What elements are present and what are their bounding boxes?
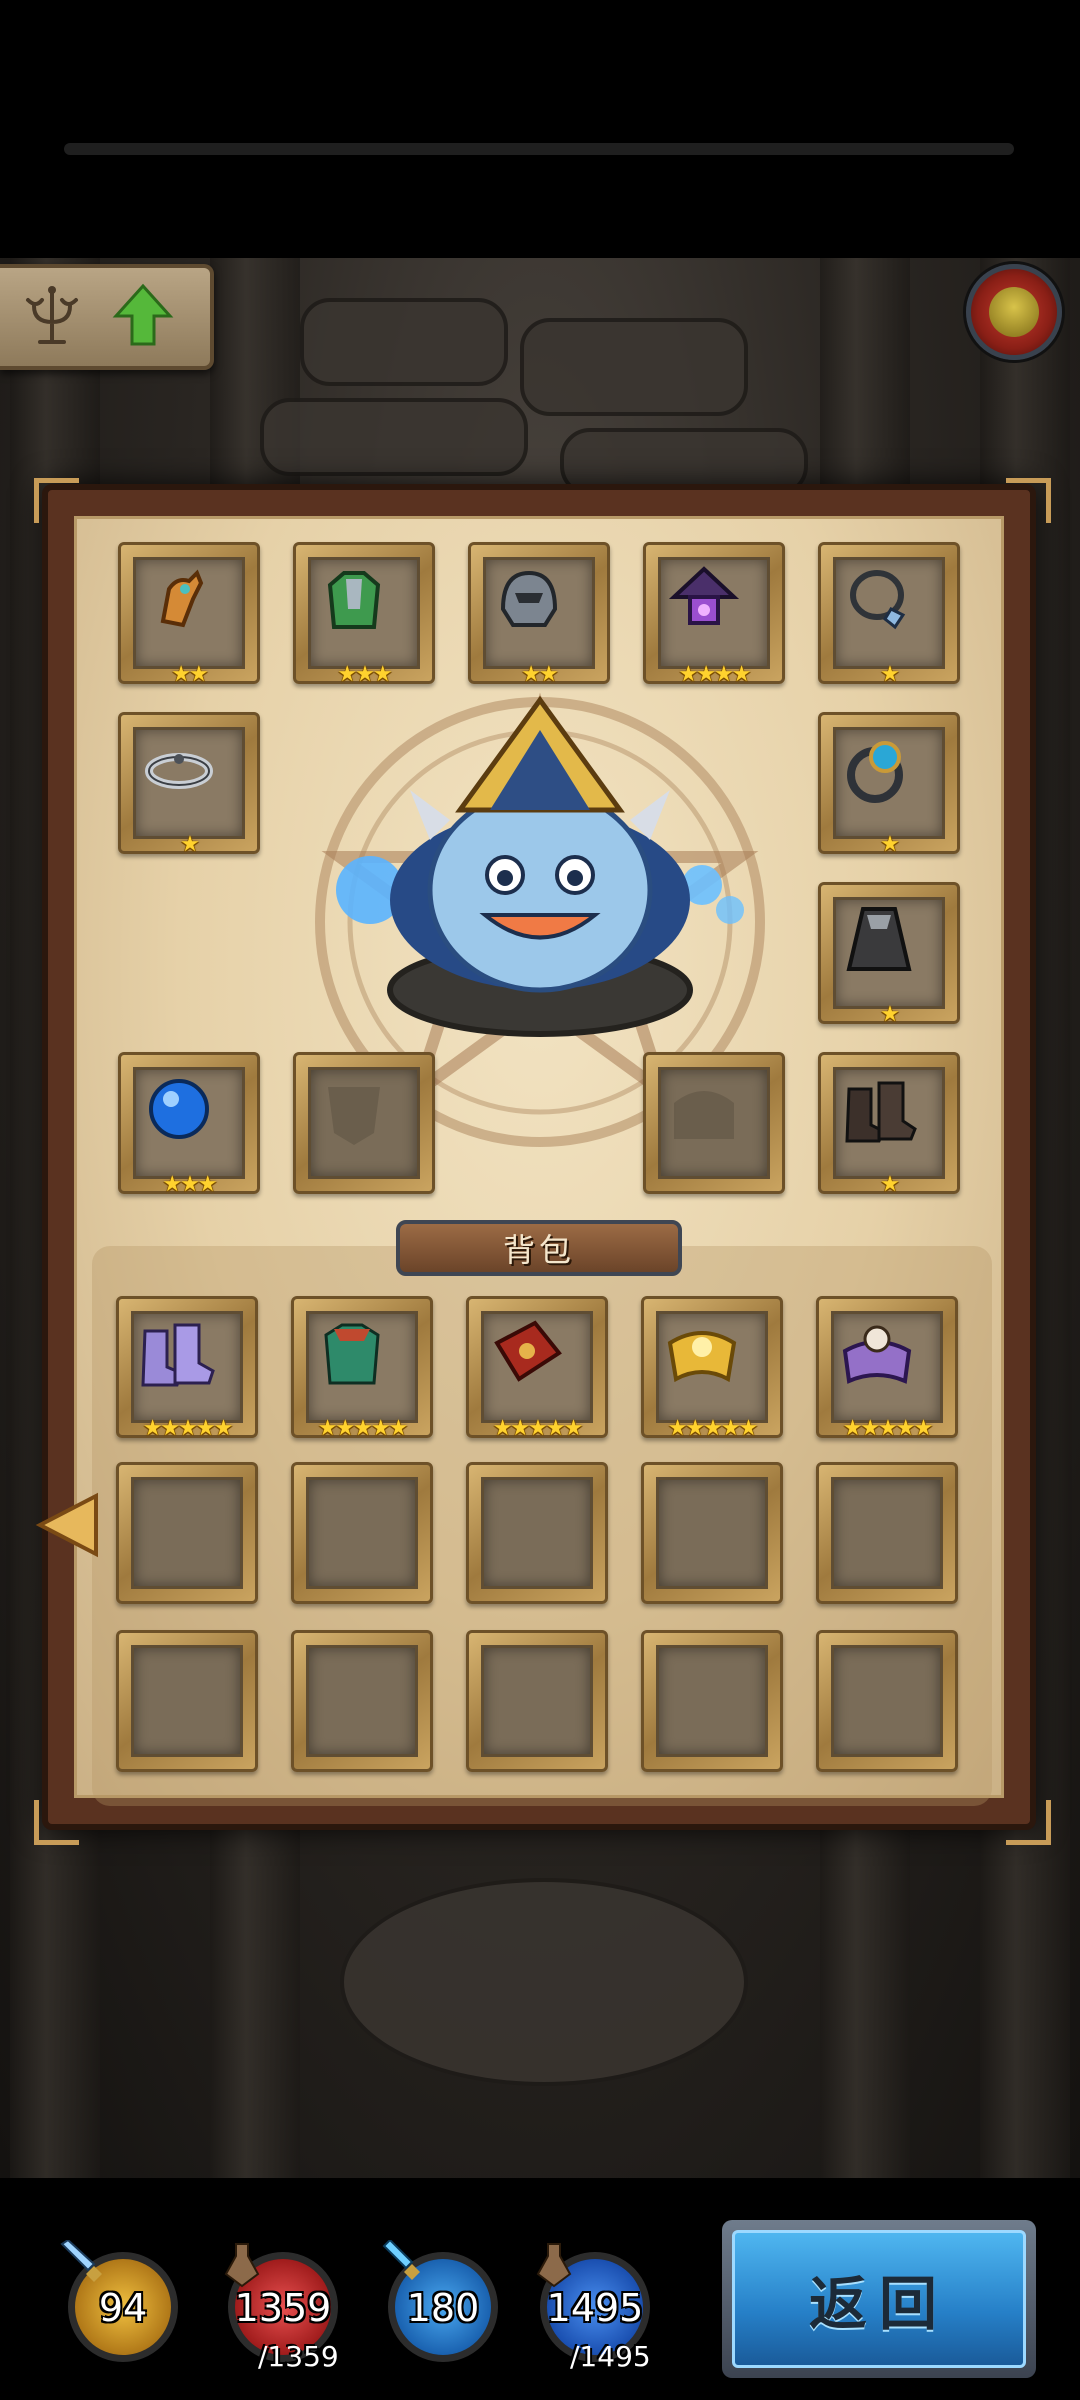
defense-value: 180 — [406, 2286, 480, 2330]
mana-stat: 1495 /1495 — [530, 2240, 660, 2380]
upgrade-button[interactable] — [0, 264, 214, 370]
bag-tab-title: 背包 — [396, 1220, 682, 1276]
green-armor-icon — [327, 571, 381, 629]
star-rating: ★ — [880, 662, 900, 687]
equip-slot-lantern[interactable]: ★★★★ — [643, 542, 785, 687]
star-rating: ★★★★ — [678, 662, 752, 687]
bag-slot-empty[interactable] — [816, 1630, 958, 1772]
red-tome-icon — [494, 1320, 562, 1382]
iron-helmet-icon — [500, 570, 558, 627]
mana-value: 1495 — [546, 2286, 644, 2330]
golden-scroll-icon — [667, 1331, 737, 1383]
shield-sword-icon — [382, 2240, 420, 2280]
leather-boots-icon — [845, 1081, 917, 1143]
up-arrow-icon — [112, 283, 174, 346]
star-rating: ★★★ — [162, 1172, 217, 1197]
equip-slot-ring[interactable]: ★ — [818, 712, 960, 857]
bag-slot[interactable]: ★★★★★ — [641, 1296, 783, 1441]
star-rating: ★ — [880, 1172, 900, 1197]
star-rating: ★ — [880, 832, 900, 857]
equip-slot-cape[interactable]: ★ — [818, 882, 960, 1027]
bag-slot-empty[interactable] — [291, 1630, 433, 1772]
equip-slot-helmet[interactable]: ★★ — [468, 542, 610, 687]
dark-cape-icon — [846, 907, 912, 971]
bag-slot[interactable]: ★★★★★ — [116, 1296, 258, 1441]
star-rating: ★ — [180, 832, 200, 857]
equip-slot-gloves[interactable]: ★★ — [118, 542, 260, 687]
skull-spellbook-icon — [842, 1325, 912, 1384]
panel-corner — [34, 478, 79, 523]
equip-slot-bracelet[interactable]: ★ — [118, 712, 260, 857]
star-rating: ★★ — [171, 662, 208, 687]
profile-avatar[interactable] — [966, 264, 1062, 360]
bag-slot-empty[interactable] — [466, 1462, 608, 1604]
left-arrow-icon[interactable] — [34, 1490, 104, 1560]
mask-placeholder-icon — [328, 1087, 380, 1145]
bag-slot[interactable]: ★★★★★ — [291, 1296, 433, 1441]
equip-slot-boots[interactable]: ★ — [818, 1052, 960, 1197]
attack-stat: 94 — [58, 2240, 188, 2380]
status-bar — [64, 143, 1014, 155]
panel-corner — [1006, 1800, 1051, 1845]
monster-face-icon — [989, 287, 1039, 337]
equip-slot-orb[interactable]: ★★★ — [118, 1052, 260, 1197]
purple-lantern-icon — [668, 566, 740, 625]
defense-stat: 180 — [378, 2240, 508, 2380]
star-rating: ★★★★★ — [142, 1416, 234, 1441]
hero-slime-portrait — [336, 695, 744, 1037]
bag-slot-empty[interactable] — [116, 1462, 258, 1604]
bag-slot-empty[interactable] — [816, 1462, 958, 1604]
mana-potion-icon — [536, 2243, 572, 2288]
attack-value: 94 — [98, 2286, 148, 2330]
bag-slot[interactable]: ★★★★★ — [816, 1296, 958, 1441]
back-button-label: 返回 — [732, 2230, 1026, 2368]
equip-slot-mask-empty[interactable] — [293, 1052, 435, 1194]
mana-max: /1495 — [570, 2340, 651, 2373]
equip-slot-chest-empty[interactable] — [643, 1052, 785, 1194]
hp-max: /1359 — [258, 2340, 339, 2373]
silver-necklace-icon — [850, 570, 906, 630]
star-rating: ★★★★★ — [842, 1416, 934, 1441]
star-rating: ★★★★★ — [317, 1416, 409, 1441]
hp-value: 1359 — [234, 2286, 332, 2330]
purple-boots-icon — [141, 1323, 215, 1387]
star-rating: ★★★★★ — [667, 1416, 759, 1441]
green-robe-icon — [324, 1323, 380, 1385]
equip-slot-armor[interactable]: ★★★ — [293, 542, 435, 687]
panel-corner — [34, 1800, 79, 1845]
chest-placeholder-icon — [674, 1091, 734, 1139]
star-rating: ★ — [880, 1002, 900, 1027]
potion-icon — [224, 2243, 260, 2288]
chandelier-icon — [26, 286, 78, 344]
bag-slot-empty[interactable] — [641, 1630, 783, 1772]
sword-icon — [60, 2240, 102, 2282]
bag-slot-empty[interactable] — [116, 1630, 258, 1772]
hp-stat: 1359 /1359 — [218, 2240, 348, 2380]
bag-slot-empty[interactable] — [466, 1630, 608, 1772]
bag-slot-empty[interactable] — [291, 1462, 433, 1604]
panel-corner — [1006, 478, 1051, 523]
silver-bracelet-icon — [145, 753, 213, 789]
star-rating: ★★★★★ — [492, 1416, 584, 1441]
bag-slot[interactable]: ★★★★★ — [466, 1296, 608, 1441]
sapphire-ring-icon — [847, 741, 903, 803]
star-rating: ★★ — [521, 662, 558, 687]
back-button[interactable]: 返回 — [722, 2220, 1036, 2378]
blue-orb-icon — [149, 1079, 209, 1139]
star-rating: ★★★ — [337, 662, 392, 687]
equip-slot-necklace[interactable]: ★ — [818, 542, 960, 687]
bag-slot-empty[interactable] — [641, 1462, 783, 1604]
gauntlet-icon — [160, 569, 204, 628]
